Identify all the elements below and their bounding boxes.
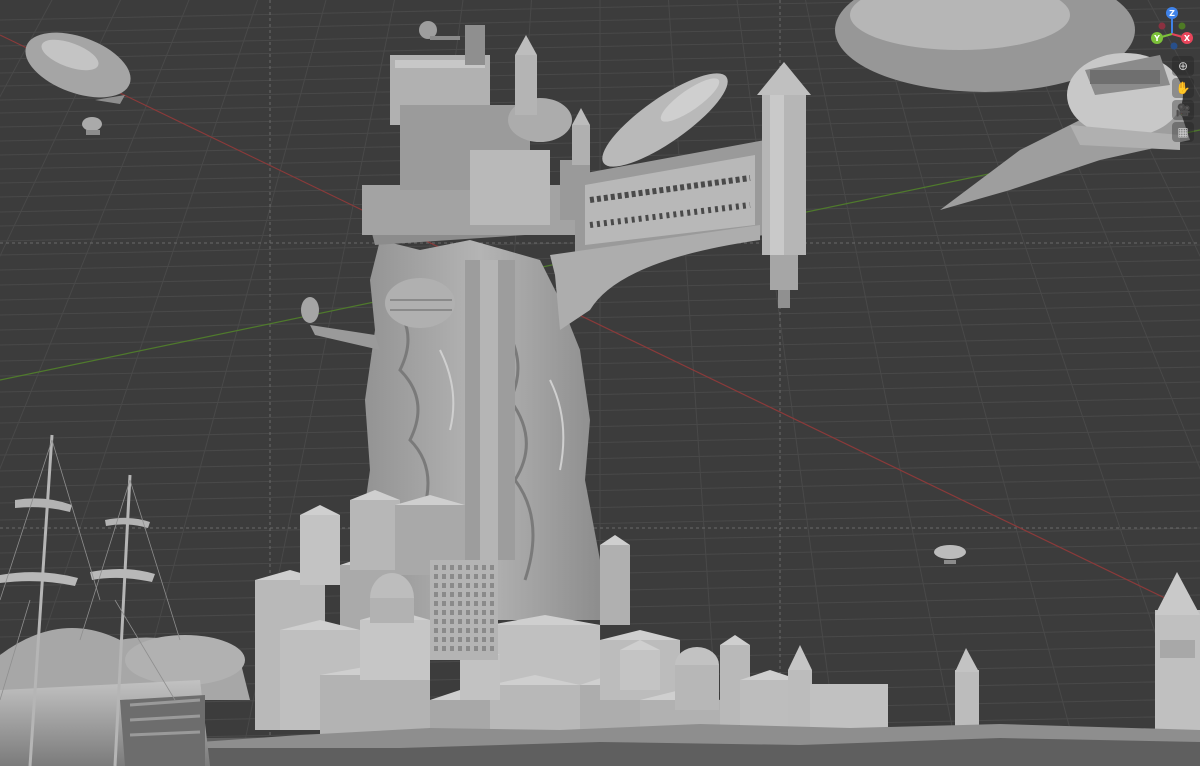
3d-viewport[interactable]: Z Y X ⊕ ✋ 🎥 ▦: [0, 0, 1200, 766]
airship-top-left: [25, 32, 131, 104]
small-balloon-left: [82, 117, 102, 135]
magnifier-plus-icon: ⊕: [1177, 59, 1189, 73]
town-tall-building: [430, 560, 498, 660]
zoom-view-button[interactable]: ⊕: [1172, 56, 1194, 76]
scene-canvas[interactable]: [0, 0, 1200, 766]
gondola-pod: [385, 278, 455, 328]
perspective-grid-icon: ▦: [1177, 125, 1189, 139]
navigation-gizmo[interactable]: Z Y X: [1148, 4, 1196, 52]
gizmo-neg-z-icon[interactable]: [1170, 42, 1178, 50]
gizmo-neg-y-icon[interactable]: [1178, 22, 1186, 30]
pan-view-button[interactable]: ✋: [1172, 78, 1194, 98]
perspective-toggle-button[interactable]: ▦: [1172, 122, 1194, 142]
svg-text:Y: Y: [1153, 34, 1160, 43]
airship-small-right: [934, 545, 966, 564]
svg-text:X: X: [1184, 34, 1191, 43]
svg-text:Z: Z: [1169, 9, 1175, 18]
hand-icon: ✋: [1175, 81, 1191, 95]
camera-icon: 🎥: [1175, 103, 1191, 117]
camera-view-button[interactable]: 🎥: [1172, 100, 1194, 120]
gizmo-neg-x-icon[interactable]: [1158, 22, 1166, 30]
